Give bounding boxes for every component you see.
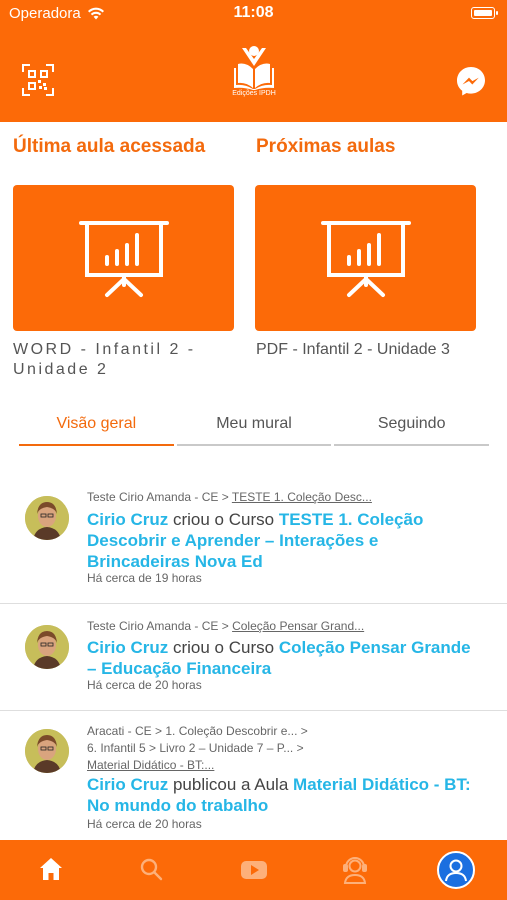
- breadcrumb-text: Teste Cirio Amanda - CE >: [87, 490, 229, 504]
- youtube-icon: [241, 861, 267, 879]
- timestamp: Há cerca de 20 horas: [87, 678, 202, 692]
- breadcrumb-link[interactable]: Coleção Pensar Grand...: [232, 619, 364, 633]
- qr-code-button[interactable]: [22, 64, 54, 96]
- battery-icon: [471, 7, 498, 19]
- qr-code-icon: [22, 64, 54, 96]
- avatar[interactable]: [25, 496, 69, 540]
- last-lesson-label[interactable]: WORD - Infantil 2 - Unidade 2: [13, 340, 243, 380]
- tab-seguindo[interactable]: Seguindo: [334, 410, 490, 446]
- activity-action: criou o Curso: [172, 638, 275, 657]
- breadcrumb: Aracati - CE > 1. Coleção Descobrir e...…: [87, 723, 308, 774]
- bottom-navigation: [0, 840, 507, 900]
- presentation-chart-icon: [79, 221, 169, 297]
- nav-support-button[interactable]: [335, 850, 375, 890]
- feed-tabs: Visão geral Meu mural Seguindo: [19, 410, 490, 446]
- home-icon: [40, 858, 62, 880]
- feed-item: Teste Cirio Amanda - CE > TESTE 1. Coleç…: [0, 475, 507, 604]
- next-lesson-label[interactable]: PDF - Infantil 2 - Unidade 3: [256, 340, 486, 360]
- breadcrumb-link[interactable]: Material Didático - BT:...: [87, 758, 214, 772]
- timestamp: Há cerca de 20 horas: [87, 817, 202, 831]
- breadcrumb-line[interactable]: Aracati - CE > 1. Coleção Descobrir e...…: [87, 723, 308, 740]
- timestamp: Há cerca de 19 horas: [87, 571, 202, 585]
- last-lesson-card[interactable]: [13, 185, 234, 331]
- activity-text: Cirio Cruz criou o Curso TESTE 1. Coleçã…: [87, 509, 482, 572]
- clock: 11:08: [233, 4, 274, 21]
- feed-item: Aracati - CE > 1. Coleção Descobrir e...…: [0, 711, 507, 840]
- breadcrumb-line[interactable]: 6. Infantil 5 > Livro 2 – Unidade 7 – P.…: [87, 740, 308, 757]
- activity-text: Cirio Cruz publicou a Aula Material Didá…: [87, 774, 482, 816]
- activity-text: Cirio Cruz criou o Curso Coleção Pensar …: [87, 637, 482, 679]
- logo-text: Edições IPDH: [232, 90, 276, 97]
- tab-meu-mural[interactable]: Meu mural: [176, 410, 332, 446]
- presentation-chart-icon: [321, 221, 411, 297]
- user-photo-icon: [25, 625, 69, 669]
- app-header: Operadora 11:08 Edições IPDH: [0, 0, 507, 122]
- status-bar: Operadora 11:08: [0, 0, 507, 28]
- avatar[interactable]: [25, 729, 69, 773]
- user-photo-icon: [25, 729, 69, 773]
- user-photo-icon: [25, 496, 69, 540]
- breadcrumb-text: Teste Cirio Amanda - CE >: [87, 619, 229, 633]
- nav-profile-button[interactable]: [436, 850, 476, 890]
- nav-videos-button[interactable]: [234, 850, 274, 890]
- author-link[interactable]: Cirio Cruz: [87, 775, 168, 794]
- author-link[interactable]: Cirio Cruz: [87, 510, 168, 529]
- breadcrumb: Teste Cirio Amanda - CE > TESTE 1. Coleç…: [87, 489, 372, 506]
- support-agent-icon: [343, 857, 367, 884]
- activity-action: criou o Curso: [172, 510, 275, 529]
- profile-icon: [437, 851, 475, 889]
- breadcrumb: Teste Cirio Amanda - CE > Coleção Pensar…: [87, 618, 364, 635]
- search-icon: [140, 858, 163, 881]
- feed-item: Teste Cirio Amanda - CE > Coleção Pensar…: [0, 604, 507, 711]
- tab-visao-geral[interactable]: Visão geral: [19, 410, 174, 446]
- book-person-logo-icon: [234, 46, 274, 90]
- messenger-button[interactable]: [455, 65, 487, 97]
- messenger-icon: [457, 67, 485, 96]
- app-logo: Edições IPDH: [224, 44, 284, 102]
- activity-action: publicou a Aula: [172, 775, 289, 794]
- avatar[interactable]: [25, 625, 69, 669]
- nav-home-button[interactable]: [31, 850, 71, 890]
- breadcrumb-link[interactable]: TESTE 1. Coleção Desc...: [232, 490, 372, 504]
- next-lessons-title: Próximas aulas: [256, 136, 396, 157]
- nav-search-button[interactable]: [132, 850, 172, 890]
- author-link[interactable]: Cirio Cruz: [87, 638, 168, 657]
- last-lesson-title: Última aula acessada: [13, 136, 206, 157]
- next-lesson-card[interactable]: [255, 185, 476, 331]
